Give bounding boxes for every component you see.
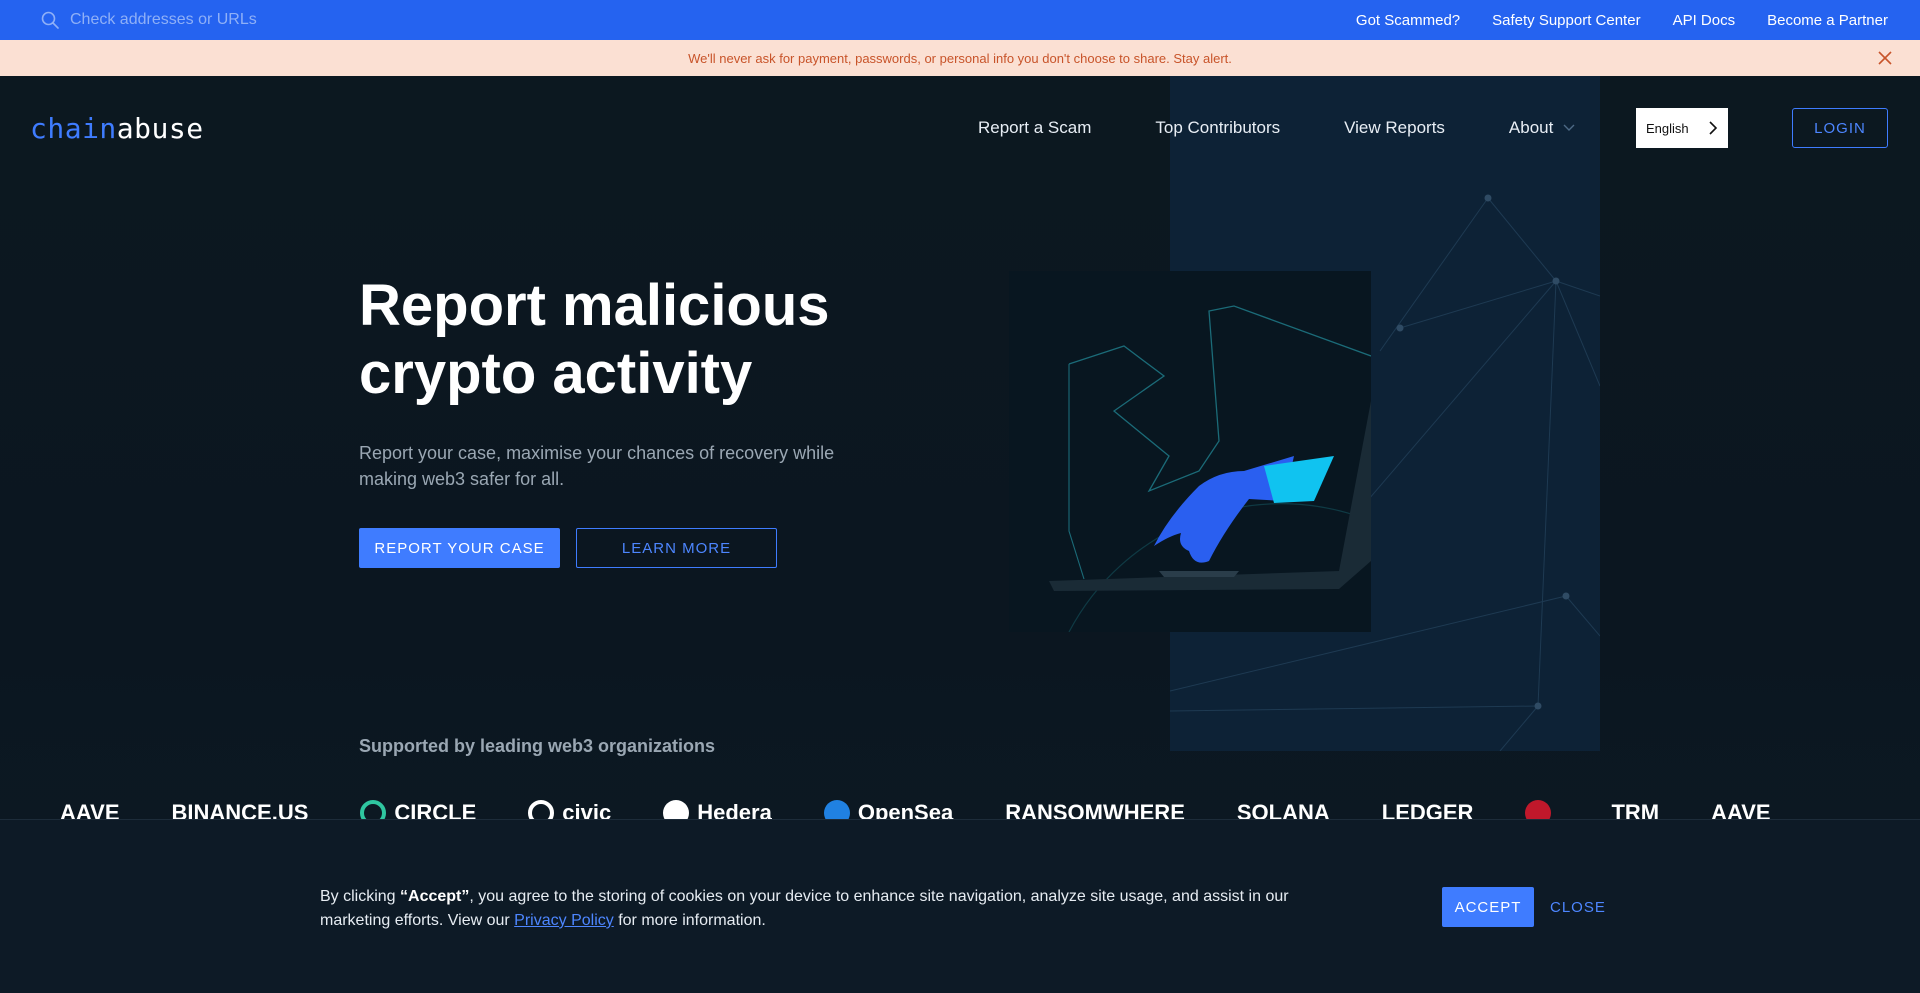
nav-links: Report a Scam Top Contributors View Repo… — [978, 118, 1575, 138]
login-button[interactable]: LOGIN — [1792, 108, 1888, 148]
nav-report-scam[interactable]: Report a Scam — [978, 118, 1091, 138]
search-icon — [41, 11, 59, 29]
address-search[interactable] — [40, 10, 640, 30]
nav-about-label: About — [1508, 118, 1554, 137]
supported-by-heading: Supported by leading web3 organizations — [359, 736, 716, 756]
search-input[interactable] — [70, 11, 570, 29]
cookie-text-prefix: By clicking — [320, 888, 401, 905]
close-cookies-button[interactable]: CLOSE — [1550, 887, 1606, 927]
alert-message: We'll never ask for payment, passwords, … — [688, 50, 1232, 66]
chevron-down-icon — [1563, 124, 1575, 131]
cookie-consent-banner: By clicking “Accept”, you agree to the s… — [0, 819, 1920, 993]
hacker-laptop-illustration — [1009, 271, 1371, 632]
accept-cookies-button[interactable]: ACCEPT — [1442, 887, 1534, 927]
language-label: English — [1646, 120, 1689, 136]
hero-title-line-1: Report malicious — [359, 273, 830, 338]
cookie-consent-text: By clicking “Accept”, you agree to the s… — [320, 885, 1320, 933]
api-docs-link[interactable]: API Docs — [1673, 12, 1736, 29]
learn-more-button[interactable]: LEARN MORE — [576, 528, 777, 568]
chainabuse-logo[interactable]: chainabuse — [30, 112, 204, 145]
top-bar: Got Scammed? Safety Support Center API D… — [0, 0, 1920, 40]
cookie-accept-word: “Accept” — [400, 888, 470, 905]
got-scammed-link[interactable]: Got Scammed? — [1356, 12, 1460, 29]
report-your-case-button[interactable]: REPORT YOUR CASE — [359, 528, 560, 568]
safety-support-center-link[interactable]: Safety Support Center — [1492, 12, 1640, 29]
chevron-right-icon — [1709, 121, 1718, 135]
cookie-text-suffix: for more information. — [613, 912, 766, 929]
language-selector[interactable]: English — [1636, 108, 1728, 148]
main-nav: chainabuse Report a Scam Top Contributor… — [0, 76, 1920, 180]
privacy-policy-link[interactable]: Privacy Policy — [514, 912, 614, 929]
hero-title-line-2: crypto activity — [359, 341, 753, 406]
close-icon[interactable] — [1876, 49, 1894, 67]
nav-about-dropdown[interactable]: About — [1509, 118, 1575, 138]
hero-title: Report malicious crypto activity — [359, 272, 919, 408]
hero-subtitle: Report your case, maximise your chances … — [359, 443, 835, 489]
safety-alert-banner: We'll never ask for payment, passwords, … — [0, 40, 1920, 76]
logo-part-abuse: abuse — [116, 112, 204, 145]
nav-top-contributors[interactable]: Top Contributors — [1155, 118, 1280, 138]
top-links: Got Scammed? Safety Support Center API D… — [1356, 12, 1888, 29]
nav-view-reports[interactable]: View Reports — [1344, 118, 1445, 138]
become-partner-link[interactable]: Become a Partner — [1767, 12, 1888, 29]
logo-part-chain: chain — [30, 112, 117, 145]
